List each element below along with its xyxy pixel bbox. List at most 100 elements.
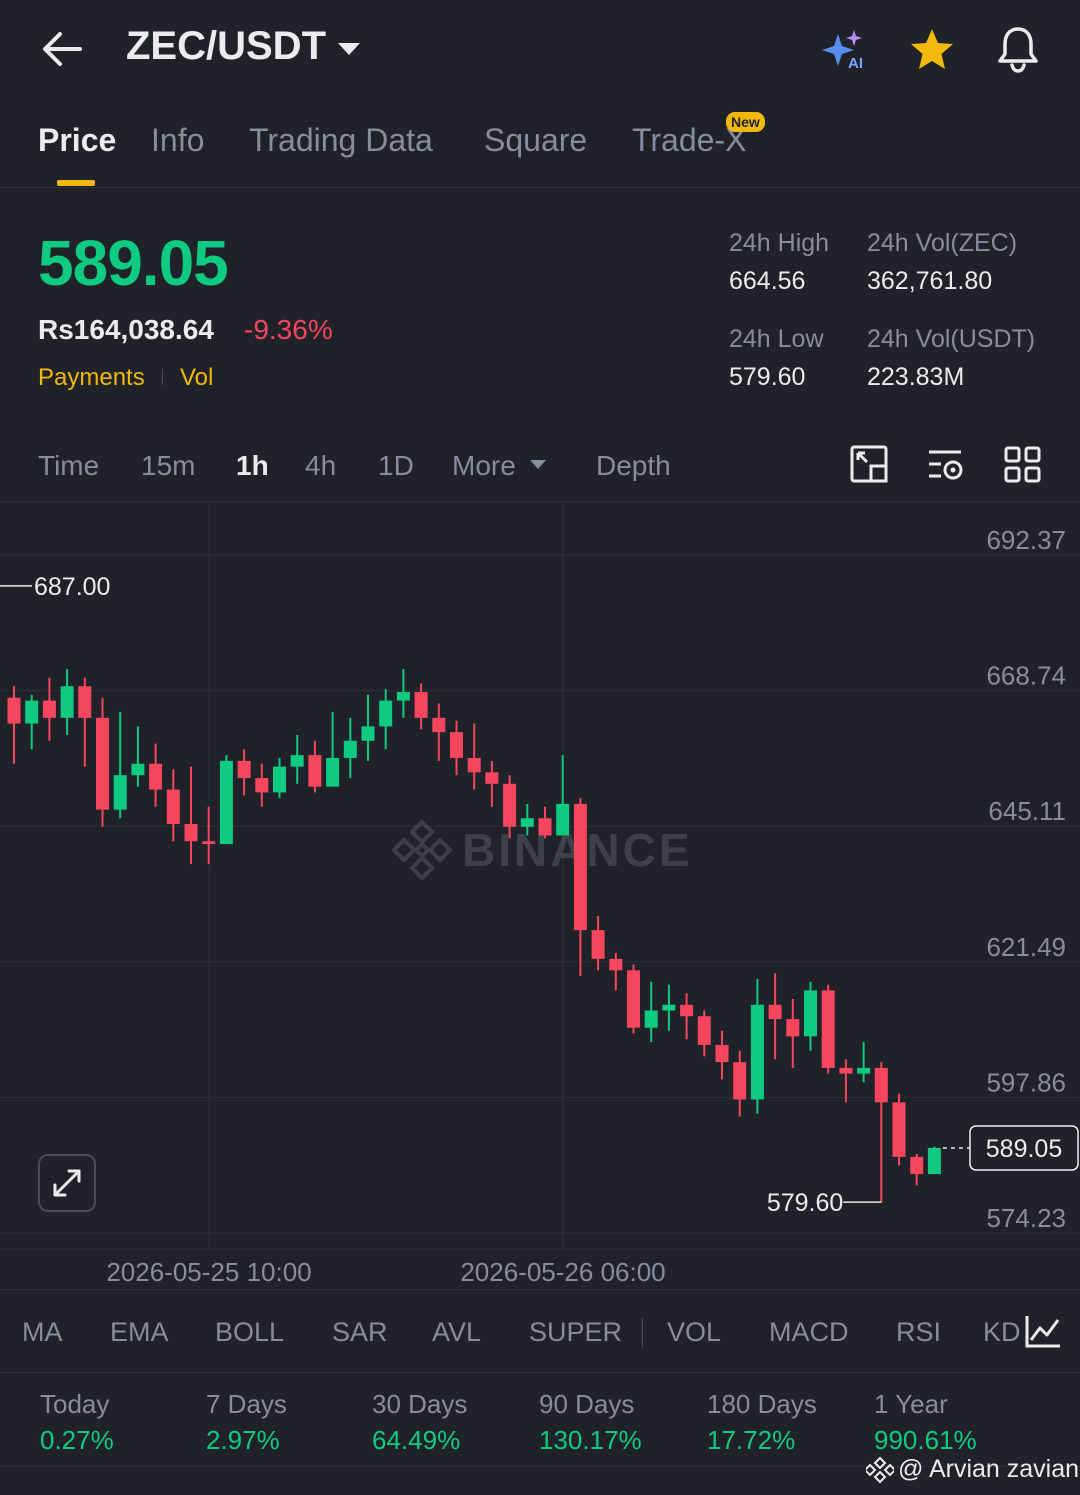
- chart-mode-button[interactable]: [849, 444, 891, 486]
- y-tick-label: 692.37: [986, 525, 1066, 555]
- low-marker-label: 579.60: [767, 1189, 843, 1217]
- candle-body: [326, 757, 340, 787]
- grid-icon: [1004, 446, 1041, 483]
- candles: [7, 669, 941, 1203]
- candle-body: [662, 1004, 676, 1011]
- indicator-ema[interactable]: EMA: [110, 1317, 169, 1348]
- candle-body: [96, 717, 109, 810]
- candle-body: [556, 803, 570, 836]
- perf-90d-label: 90 Days: [539, 1389, 635, 1419]
- favorite-button[interactable]: [906, 26, 958, 74]
- candle-body: [697, 1016, 711, 1045]
- indicator-boll[interactable]: BOLL: [215, 1317, 284, 1348]
- candle-body: [644, 1010, 658, 1028]
- candle-body: [768, 1004, 782, 1020]
- candle-body: [60, 686, 74, 718]
- indicator-sar[interactable]: SAR: [332, 1317, 388, 1348]
- interval-1d[interactable]: 1D: [378, 450, 414, 482]
- indicator-settings-button[interactable]: [1022, 1312, 1064, 1352]
- settings-list-icon: [929, 450, 963, 480]
- candle-body: [503, 783, 517, 827]
- pair-name: ZEC/USDT: [126, 24, 326, 68]
- candle-body: [538, 818, 552, 836]
- candle-body: [113, 775, 127, 810]
- y-tick-label: 668.74: [986, 661, 1066, 691]
- candle-body: [750, 1004, 764, 1100]
- author-watermark: @ Arvian zavian: [866, 1455, 1079, 1484]
- y-tick-label: 597.86: [986, 1067, 1066, 1097]
- fiat-price: Rs164,038.64: [38, 314, 214, 345]
- binance-logo-icon: [866, 1456, 894, 1483]
- perf-7d-label: 7 Days: [206, 1389, 287, 1419]
- candle-body: [715, 1044, 729, 1063]
- price-markers: 687.00 579.60 589.05: [0, 573, 1079, 1217]
- pair-selector[interactable]: ZEC/USDT: [126, 24, 360, 69]
- candle-body: [219, 760, 233, 845]
- candle-body: [25, 700, 39, 724]
- indicator-rsi[interactable]: RSI: [896, 1317, 941, 1348]
- candle-body: [414, 691, 428, 718]
- y-tick-label: 645.11: [988, 796, 1066, 826]
- tabs-divider: [0, 187, 1080, 188]
- alert-button[interactable]: [994, 24, 1042, 74]
- indicator-ma[interactable]: MA: [22, 1317, 63, 1348]
- candle-body: [396, 691, 410, 701]
- vol-quote-label: 24h Vol(USDT): [867, 325, 1036, 353]
- candle-body: [857, 1067, 871, 1074]
- indicator-vol[interactable]: VOL: [667, 1317, 721, 1348]
- candle-body: [733, 1062, 747, 1100]
- x-tick-label: 2026-05-26 06:00: [460, 1257, 665, 1287]
- back-button[interactable]: [36, 26, 86, 72]
- chart-settings-button[interactable]: [925, 444, 967, 486]
- tag-vol[interactable]: Vol: [180, 364, 213, 392]
- indicator-avl[interactable]: AVL: [432, 1317, 481, 1348]
- perf-1y-label: 1 Year: [874, 1389, 948, 1419]
- candle-body: [467, 757, 481, 773]
- perf-1y-value: 990.61%: [874, 1425, 977, 1455]
- perf-90d-value: 130.17%: [539, 1425, 642, 1455]
- candle-body: [255, 778, 269, 793]
- candle-body: [308, 755, 322, 787]
- indicator-kd[interactable]: KD: [983, 1317, 1021, 1348]
- perf-180d-value: 17.72%: [707, 1425, 796, 1455]
- candle-body: [786, 1019, 800, 1037]
- candle-body: [485, 772, 499, 784]
- y-tick-label: 574.23: [986, 1203, 1066, 1233]
- candle-body: [361, 726, 375, 741]
- candle-body: [874, 1067, 888, 1103]
- tag-divider: [162, 369, 163, 385]
- depth-tab[interactable]: Depth: [596, 450, 671, 482]
- candle-body: [237, 760, 251, 779]
- interval-more[interactable]: More: [452, 450, 516, 482]
- candlestick-chart[interactable]: BINANCE 692.37668.74645.11621.49597.8657…: [0, 502, 1080, 1290]
- chart-bottom-divider: [0, 1289, 1080, 1290]
- interval-1h[interactable]: 1h: [236, 450, 269, 482]
- indicator-macd[interactable]: MACD: [769, 1317, 849, 1348]
- candle-body: [627, 970, 640, 1028]
- star-icon: [911, 29, 953, 69]
- vol-base-label: 24h Vol(ZEC): [867, 229, 1018, 257]
- candle-body: [892, 1102, 906, 1157]
- candle-body: [149, 763, 163, 790]
- candle-body: [7, 697, 21, 724]
- candle-body: [166, 789, 180, 824]
- bell-icon: [998, 27, 1038, 73]
- tab-square[interactable]: Square: [484, 122, 587, 159]
- tab-price[interactable]: Price: [38, 122, 116, 159]
- fullscreen-button[interactable]: [38, 1154, 96, 1212]
- expand-arrows-icon: [53, 1169, 81, 1197]
- tab-trading-data[interactable]: Trading Data: [249, 122, 433, 159]
- interval-4h[interactable]: 4h: [305, 450, 336, 482]
- interval-15m[interactable]: 15m: [141, 450, 195, 482]
- candle-body: [591, 930, 605, 959]
- tag-payments[interactable]: Payments: [38, 364, 145, 392]
- tab-info[interactable]: Info: [151, 122, 204, 159]
- layout-grid-button[interactable]: [1002, 444, 1044, 486]
- ai-assistant-button[interactable]: AI: [818, 26, 872, 74]
- candle-body: [927, 1147, 941, 1175]
- indicator-super[interactable]: SUPER: [529, 1317, 622, 1348]
- candle-body: [839, 1067, 853, 1074]
- active-tab-indicator: [57, 180, 95, 186]
- candle-body: [42, 700, 56, 718]
- interval-time[interactable]: Time: [38, 450, 99, 482]
